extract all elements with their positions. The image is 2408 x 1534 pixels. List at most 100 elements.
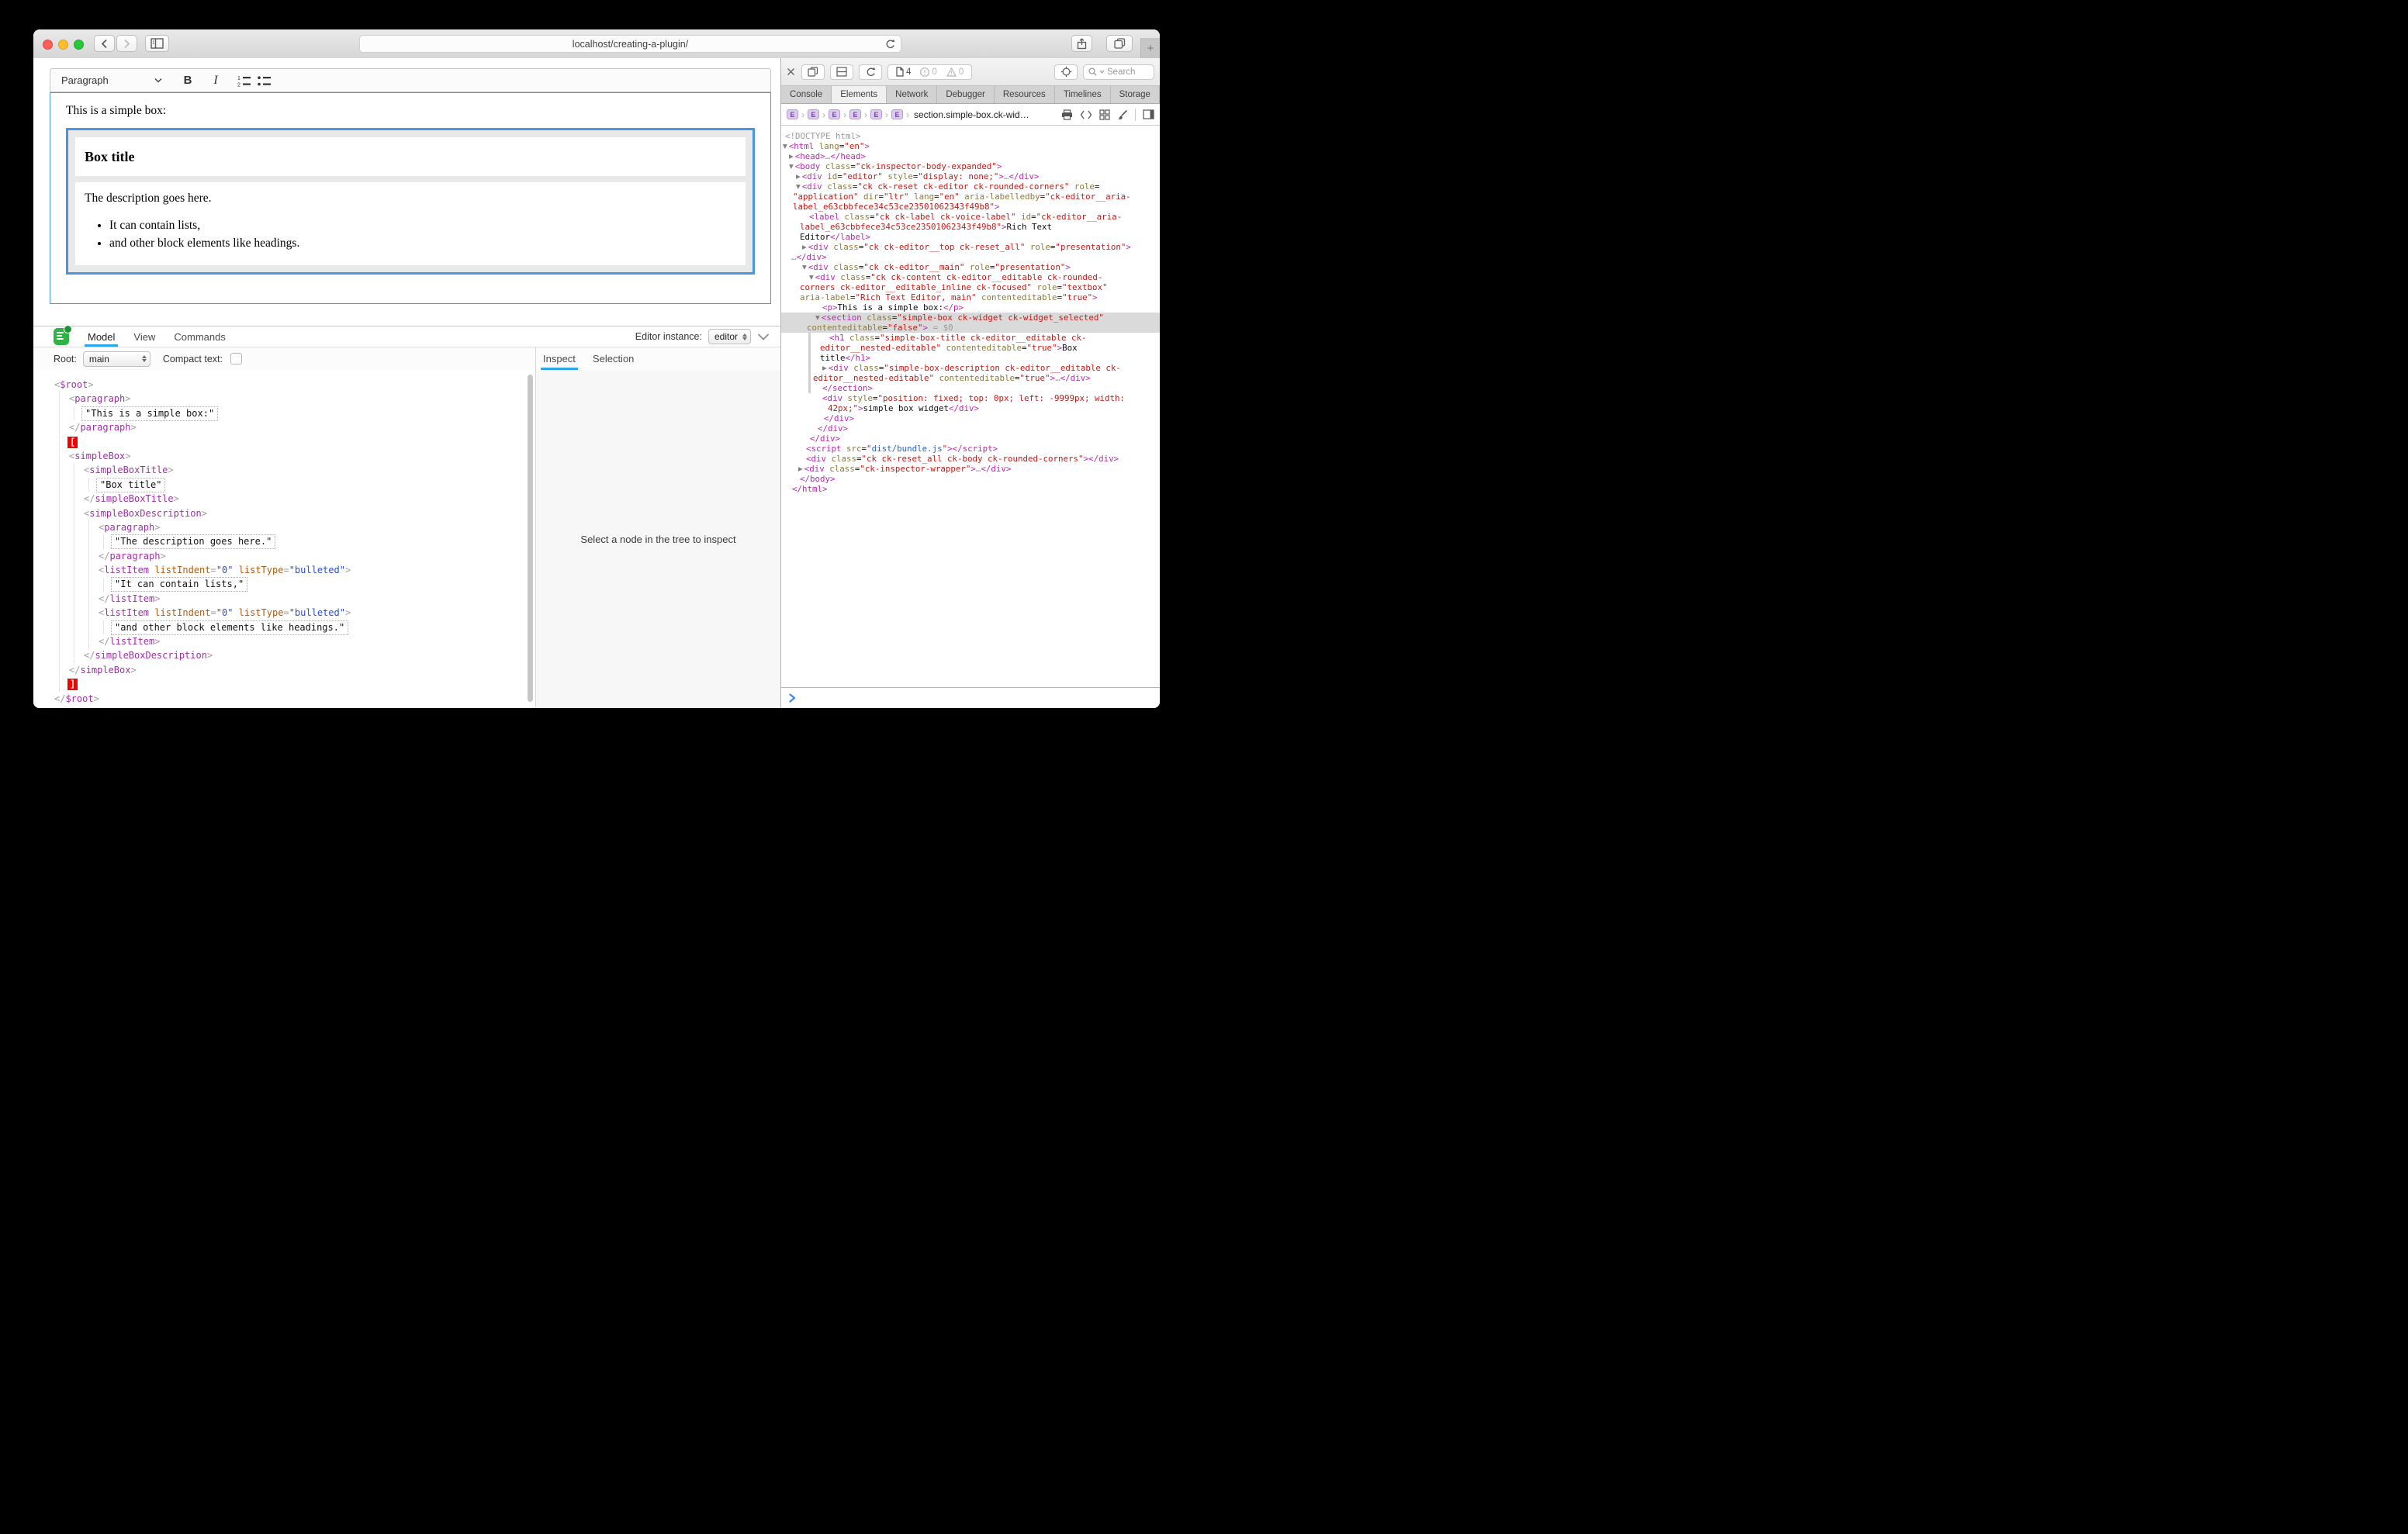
devtools-reload-button[interactable] — [859, 64, 882, 80]
devtools-tab-debugger[interactable]: Debugger — [937, 86, 995, 103]
dock-side-button[interactable] — [830, 64, 853, 80]
dom-tree-line[interactable]: <p>This is a simple box:</p> — [781, 302, 1160, 313]
dom-tree-line[interactable]: <div class="ck ck-reset_all ck-body ck-r… — [781, 454, 1160, 464]
minimize-window-button[interactable] — [58, 40, 68, 50]
devtools-tab-timelines[interactable]: Timelines — [1055, 86, 1111, 103]
devtools-close-button[interactable] — [787, 67, 795, 76]
dom-tree-line[interactable]: corners ck-editor__editable_inline ck-fo… — [781, 282, 1160, 292]
tab-overview-button[interactable] — [1106, 35, 1133, 52]
dom-tree-line[interactable]: </body> — [781, 474, 1160, 484]
dom-tree-line[interactable]: "application" dir="ltr" lang="en" aria-l… — [781, 192, 1160, 202]
dom-tree-line[interactable]: </div> — [781, 413, 1160, 423]
new-tab-button[interactable]: + — [1140, 38, 1160, 58]
dom-tree-line[interactable]: <div style="position: fixed; top: 0px; l… — [781, 393, 1160, 403]
numbered-list-button[interactable]: 1 2 — [234, 71, 254, 91]
model-tree-line[interactable]: </$root> — [33, 692, 528, 706]
dom-tree-line[interactable]: ▼<div class="ck ck-editor__main" role="p… — [781, 262, 1160, 272]
detach-devtools-button[interactable] — [801, 64, 825, 80]
breadcrumb-element-badge[interactable]: E — [891, 109, 903, 119]
italic-button[interactable]: I — [206, 71, 226, 91]
model-tree-line[interactable]: <simpleBoxTitle> — [33, 463, 528, 477]
breadcrumb-element-badge[interactable]: E — [787, 109, 798, 119]
inspector-tab-view[interactable]: View — [133, 326, 155, 347]
dom-tree-line[interactable]: ▶<div id="editor" style="display: none;"… — [781, 171, 1160, 181]
devtools-tab-console[interactable]: Console — [781, 86, 832, 103]
dom-tree-line[interactable]: </section> — [781, 383, 1160, 393]
error-count-badge[interactable]: 0 — [920, 67, 936, 77]
devtools-tab-elements[interactable]: Elements — [832, 86, 887, 103]
warning-count-badge[interactable]: 0 — [946, 67, 964, 77]
page-resources[interactable]: 4 — [896, 67, 911, 77]
dom-tree-line[interactable]: label_e63cbbfece34c53ce23501062343f49b8"… — [781, 222, 1160, 232]
dom-tree-line[interactable]: ▶<head>…</head> — [781, 151, 1160, 161]
bold-button[interactable]: B — [178, 71, 198, 91]
compact-text-checkbox[interactable] — [230, 353, 242, 364]
dom-tree-line[interactable]: 42px;">simple box widget</div> — [781, 403, 1160, 413]
dom-tree-line[interactable]: aria-label="Rich Text Editor, main" cont… — [781, 292, 1160, 302]
model-tree-line[interactable]: </paragraph> — [33, 549, 528, 563]
model-tree-line[interactable]: <paragraph> — [33, 520, 528, 534]
dom-tree-line[interactable]: ▶<div class="ck ck-editor__top ck-reset_… — [781, 242, 1160, 252]
simple-box-widget[interactable]: Box title The description goes here. It … — [66, 128, 755, 275]
model-tree-line[interactable]: <$root> — [33, 378, 528, 392]
model-tree-line[interactable]: <listItem listIndent="0" listType="bulle… — [33, 606, 528, 620]
model-tree-line[interactable]: ] — [33, 677, 528, 691]
simple-box-description[interactable]: The description goes here. It can contai… — [75, 182, 746, 265]
dom-tree-line[interactable]: contenteditable="false"> = $0 — [781, 323, 1160, 333]
grid-overlay-icon[interactable] — [1099, 109, 1110, 120]
dom-tree-line[interactable]: label_e63cbbfece34c53ce23501062343f49b8"… — [781, 202, 1160, 212]
back-button[interactable] — [94, 35, 115, 52]
dom-tree-line[interactable]: <!DOCTYPE html> — [781, 131, 1160, 141]
dom-tree-line[interactable]: <script src="dist/bundle.js"></script> — [781, 444, 1160, 454]
element-picker-button[interactable] — [1054, 64, 1078, 80]
sidebar-toggle-button[interactable] — [145, 35, 169, 52]
model-tree-line[interactable]: [ — [33, 435, 528, 449]
address-bar[interactable]: localhost/creating-a-plugin/ — [359, 35, 901, 53]
tree-scrollbar[interactable] — [528, 375, 533, 702]
dom-tree-line[interactable]: </html> — [781, 484, 1160, 494]
model-tree-line[interactable]: "The description goes here." — [33, 534, 528, 548]
close-window-button[interactable] — [43, 40, 53, 50]
model-tree-line[interactable]: <paragraph> — [33, 392, 528, 406]
dom-tree-line[interactable]: <h1 class="simple-box-title ck-editor__e… — [781, 333, 1160, 343]
styles-brush-icon[interactable] — [1117, 109, 1128, 120]
breadcrumb-element-badge[interactable]: E — [870, 109, 882, 119]
heading-dropdown[interactable]: Paragraph — [50, 69, 171, 92]
dom-tree-line[interactable]: Editor</label> — [781, 232, 1160, 242]
dom-tree-line[interactable]: ▶<div class="ck-inspector-wrapper">…</di… — [781, 464, 1160, 474]
devtools-tab-resources[interactable]: Resources — [995, 86, 1055, 103]
dom-tree-line[interactable]: ▼<html lang="en"> — [781, 141, 1160, 151]
devtools-tab-storage[interactable]: Storage — [1111, 86, 1160, 103]
forward-button[interactable] — [116, 35, 137, 52]
dom-tree-line[interactable]: …</div> — [781, 252, 1160, 262]
dom-tree-line[interactable]: ▼<div class="ck ck-reset ck-editor ck-ro… — [781, 181, 1160, 192]
model-tree-line[interactable]: </simpleBoxDescription> — [33, 648, 528, 662]
dom-tree-line[interactable]: title</h1> — [781, 353, 1160, 363]
zoom-window-button[interactable] — [74, 40, 84, 50]
model-tree-line[interactable]: </listItem> — [33, 592, 528, 606]
list-item[interactable]: It can contain lists, — [109, 219, 736, 233]
editor-instance-select[interactable]: editor — [708, 329, 751, 344]
dom-tree-line[interactable]: <label class="ck ck-label ck-voice-label… — [781, 212, 1160, 222]
dom-tree-line[interactable]: ▶<div class="simple-box-description ck-e… — [781, 363, 1160, 373]
dom-tree-line[interactable]: ▼<section class="simple-box ck-widget ck… — [781, 313, 1160, 323]
dom-tree-line[interactable]: editor__nested-editable" contenteditable… — [781, 343, 1160, 353]
breadcrumb-element-badge[interactable]: E — [829, 109, 840, 119]
inspect-tab-inspect[interactable]: Inspect — [543, 347, 576, 370]
dom-tree-line[interactable]: </div> — [781, 434, 1160, 444]
reload-button[interactable] — [885, 39, 895, 50]
dom-tree-line[interactable]: editor__nested-editable" contenteditable… — [781, 373, 1160, 383]
breadcrumb-element-badge[interactable]: E — [808, 109, 819, 119]
collapse-inspector-button[interactable] — [757, 333, 770, 340]
description-paragraph[interactable]: The description goes here. — [85, 192, 736, 206]
dom-tree-line[interactable]: </div> — [781, 423, 1160, 434]
model-tree-line[interactable]: </simpleBoxTitle> — [33, 492, 528, 506]
dom-tree-line[interactable]: ▼<body class="ck-inspector-body-expanded… — [781, 161, 1160, 171]
model-tree-line[interactable]: "It can contain lists," — [33, 577, 528, 591]
quick-console[interactable] — [781, 687, 1160, 708]
dom-tree-line[interactable]: ▼<div class="ck ck-content ck-editor__ed… — [781, 272, 1160, 282]
model-tree-line[interactable]: </paragraph> — [33, 420, 528, 434]
model-tree-line[interactable]: "Box title" — [33, 478, 528, 492]
inspector-tab-commands[interactable]: Commands — [174, 326, 225, 347]
inspector-tab-model[interactable]: Model — [88, 326, 115, 347]
